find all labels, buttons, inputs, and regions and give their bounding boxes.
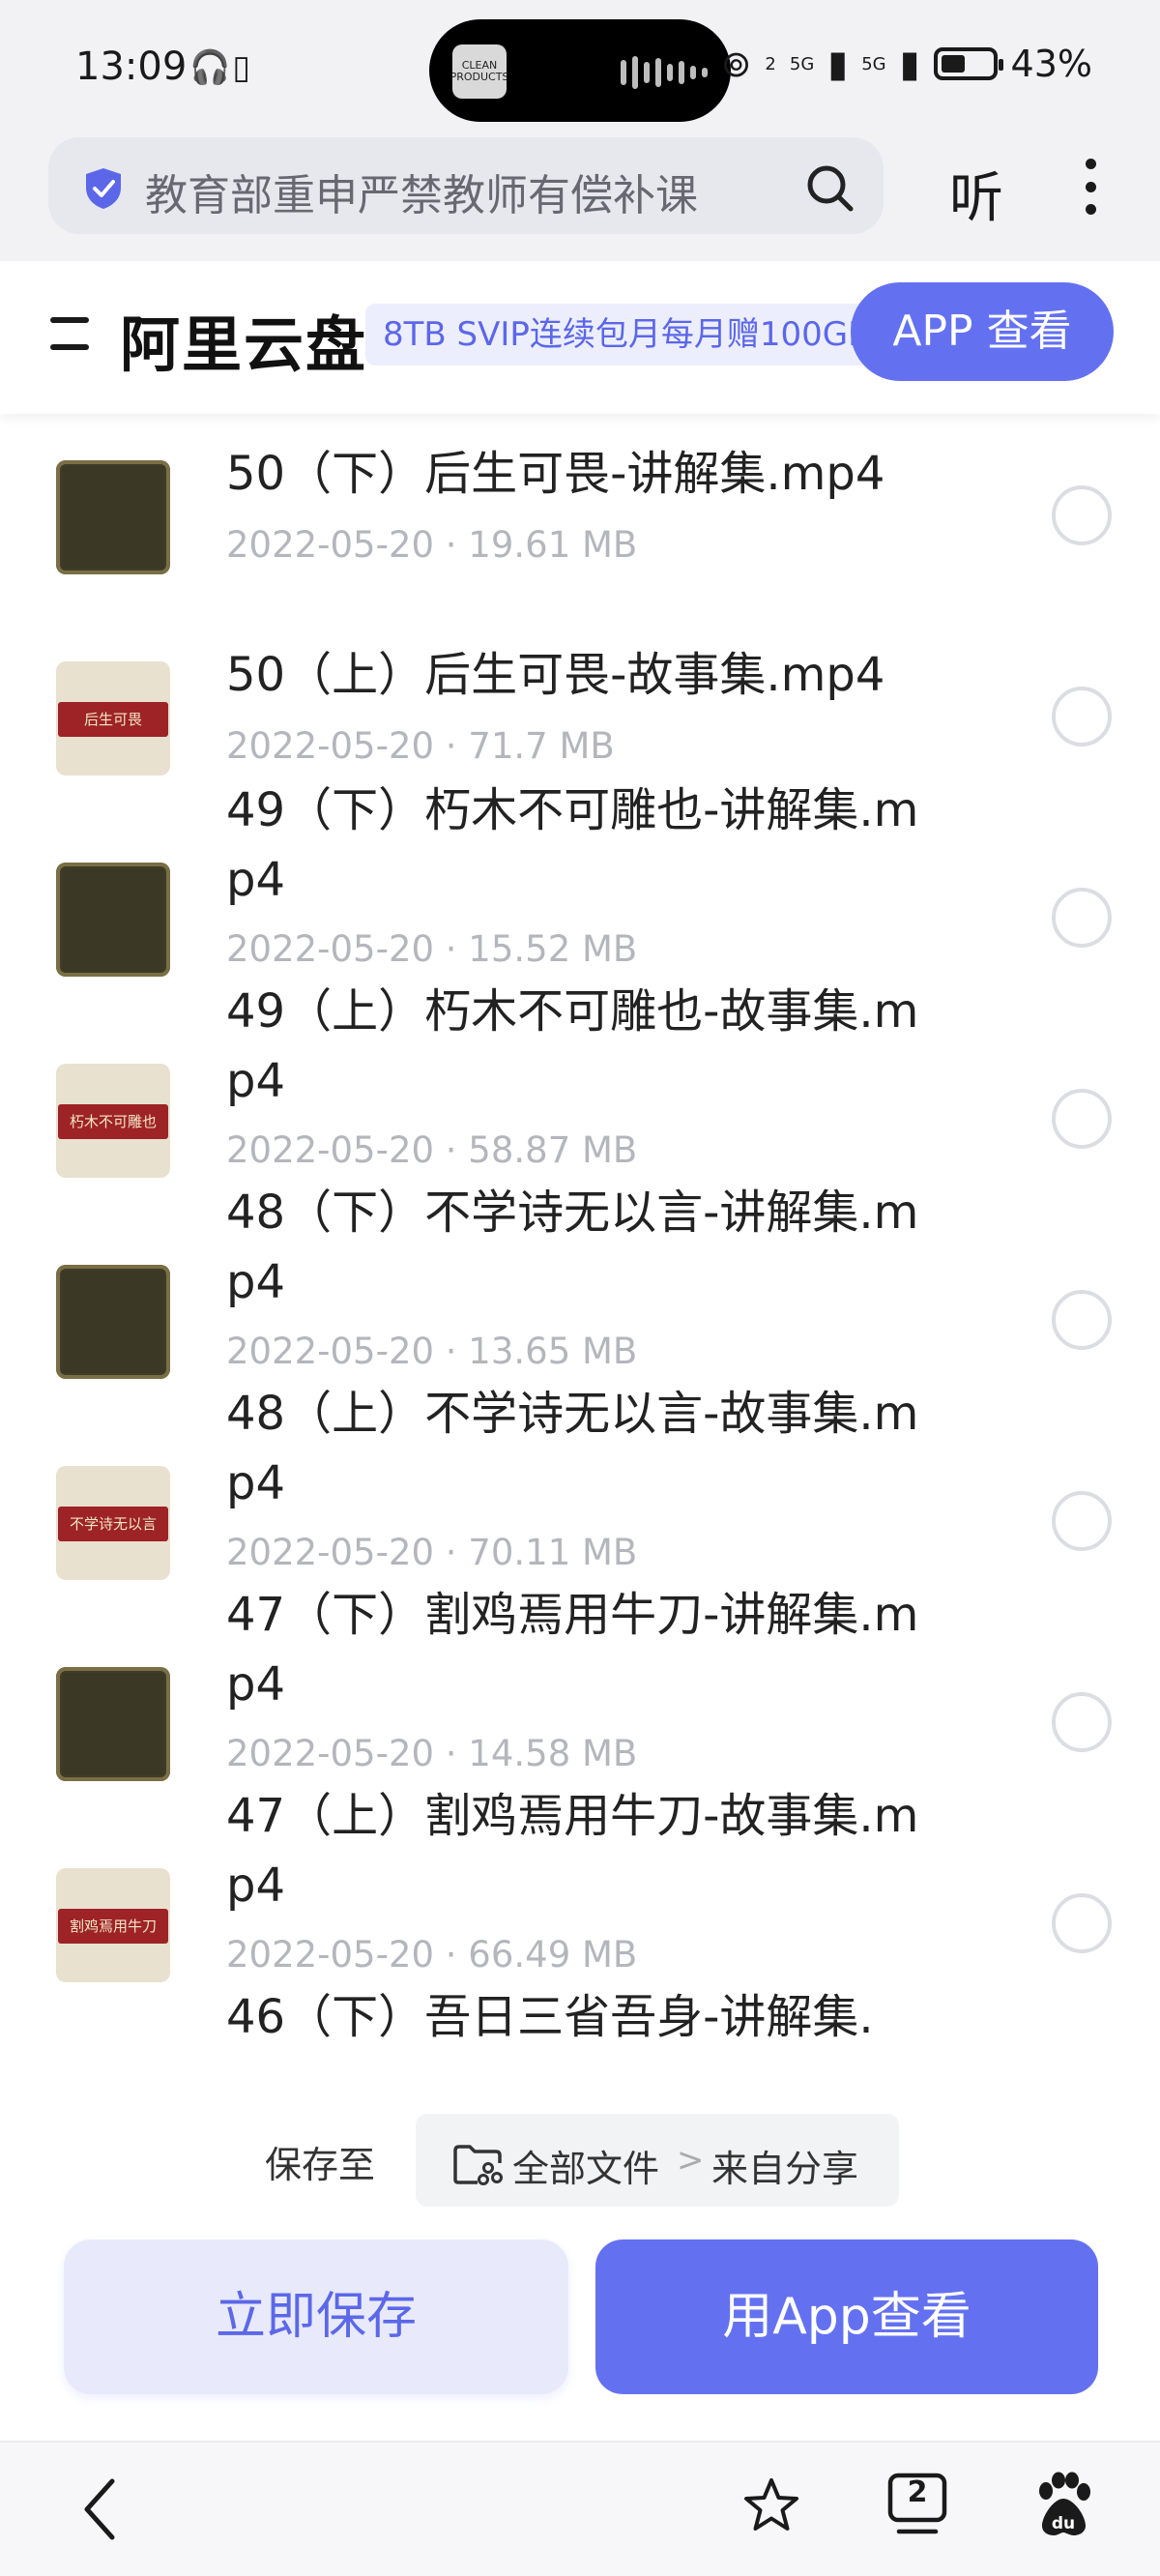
more-icon[interactable] [1081, 159, 1100, 215]
status-time: 13:09 [75, 44, 188, 89]
file-name: 50（上）后生可畏-故事集.mp4 [226, 648, 885, 702]
file-meta: 2022-05-20 · 14.58 MB [226, 1733, 638, 1774]
app-header: 阿里云盘 8TB SVIP连续包月每月赠100GB APP 查看 [0, 261, 1160, 414]
menu-icon[interactable] [50, 317, 89, 350]
audio-wave-icon [621, 56, 708, 89]
file-name: 46（下）吾日三省吾身-讲解集. [226, 1990, 874, 2044]
video-thumbnail [56, 1265, 170, 1379]
select-checkbox[interactable] [1052, 1692, 1112, 1752]
tab-count: 2 [907, 2475, 928, 2509]
path-from-share: 来自分享 [711, 2148, 859, 2190]
sim1-label: 2 [765, 53, 776, 74]
shield-icon [86, 168, 121, 209]
signal-bars-icon-2: ▮ [899, 43, 920, 85]
signal-5g-icon: 5G [789, 53, 815, 74]
actions-row: 立即保存 用App查看 [0, 2214, 1160, 2437]
listen-button[interactable]: 听 [949, 155, 1003, 233]
file-meta: 2022-05-20 · 66.49 MB [226, 1934, 638, 1976]
browser-toolbar: 教育部重申严禁教师有偿补课 听 [0, 135, 1160, 261]
file-meta: 2022-05-20 · 19.61 MB [226, 524, 638, 566]
file-meta: 2022-05-20 · 15.52 MB [226, 928, 638, 970]
path-all-files: 全部文件 [512, 2148, 660, 2190]
headphone-battery-icons: 🎧▯ [189, 48, 253, 87]
video-thumbnail: 朽木不可雕也 [56, 1064, 170, 1178]
baidu-paw-icon[interactable]: du [1032, 2472, 1094, 2539]
video-thumbnail [56, 1667, 170, 1781]
media-thumbnail: CLEAN PRODUCTS [452, 44, 507, 99]
save-to-label: 保存至 [265, 2144, 376, 2186]
file-meta: 2022-05-20 · 71.7 MB [226, 725, 615, 767]
file-name: 48（上）不学诗无以言-故事集.mp4 [226, 1387, 919, 1510]
search-icon[interactable] [804, 162, 855, 213]
battery-percent: 43% [1010, 43, 1092, 85]
folder-icon [453, 2145, 503, 2185]
file-row[interactable]: 46（下）吾日三省吾身-讲解集. [0, 1990, 1160, 2089]
file-name: 48（下）不学诗无以言-讲解集.mp4 [226, 1186, 919, 1309]
video-thumbnail [56, 863, 170, 977]
app-title: 阿里云盘 [120, 309, 368, 380]
video-thumbnail: 割鸡焉用牛刀 [56, 1868, 170, 1982]
tabs-icon[interactable]: 2 [885, 2472, 949, 2541]
search-box[interactable]: 教育部重申严禁教师有偿补课 [48, 137, 884, 234]
status-right-icons: ⊚ 2 5G ▮ 5G ▮ 43% [721, 43, 1092, 85]
svg-text:du: du [1052, 2514, 1075, 2533]
file-list: 2022-05-20 · 77.87 MB 50（下）后生可畏-讲解集.mp4 … [0, 367, 1160, 2089]
back-icon[interactable] [77, 2475, 126, 2543]
save-path-row: 保存至 全部文件 > 来自分享 [0, 2096, 1160, 2212]
hotspot-icon: ⊚ [720, 43, 752, 85]
file-name: 49（上）朽木不可雕也-故事集.mp4 [226, 984, 919, 1108]
signal-bars-icon: ▮ [827, 43, 849, 85]
app-view-button[interactable]: APP 查看 [851, 282, 1114, 381]
file-name: 50（下）后生可畏-讲解集.mp4 [226, 447, 885, 501]
svip-promo-badge[interactable]: 8TB SVIP连续包月每月赠100GB [365, 304, 919, 366]
video-thumbnail: 不学诗无以言 [56, 1466, 170, 1580]
signal-5g-icon-2: 5G [861, 53, 886, 74]
file-meta: 2022-05-20 · 58.87 MB [226, 1129, 638, 1171]
select-checkbox[interactable] [1052, 687, 1112, 746]
video-thumbnail: 后生可畏 [56, 661, 170, 776]
file-row[interactable]: 50（下）后生可畏-讲解集.mp4 2022-05-20 · 19.61 MB [0, 447, 1160, 661]
select-checkbox[interactable] [1052, 485, 1112, 545]
chevron-right-icon: > [677, 2141, 705, 2180]
select-checkbox[interactable] [1052, 1491, 1112, 1551]
select-checkbox[interactable] [1052, 1290, 1112, 1350]
battery-icon [933, 47, 1003, 80]
file-name: 49（下）朽木不可雕也-讲解集.mp4 [226, 783, 919, 907]
select-checkbox[interactable] [1052, 888, 1112, 948]
file-name: 47（上）割鸡焉用牛刀-故事集.mp4 [226, 1789, 919, 1913]
file-name: 47（下）割鸡焉用牛刀-讲解集.mp4 [226, 1588, 919, 1712]
video-thumbnail [56, 460, 170, 574]
dynamic-island[interactable]: CLEAN PRODUCTS [429, 19, 731, 122]
save-path-selector[interactable]: 全部文件 > 来自分享 [416, 2114, 899, 2207]
file-meta: 2022-05-20 · 13.65 MB [226, 1331, 638, 1372]
select-checkbox[interactable] [1052, 1893, 1112, 1953]
status-bar: 13:09 🎧▯ CLEAN PRODUCTS ⊚ 2 5G ▮ 5G ▮ 43… [0, 0, 1160, 135]
save-now-button[interactable]: 立即保存 [64, 2239, 568, 2394]
search-input[interactable]: 教育部重申严禁教师有偿补课 [145, 161, 698, 222]
star-icon[interactable] [740, 2475, 802, 2537]
open-in-app-button[interactable]: 用App查看 [595, 2239, 1098, 2394]
select-checkbox[interactable] [1052, 1089, 1112, 1149]
browser-bottom-nav: 2 du [0, 2441, 1160, 2576]
file-meta: 2022-05-20 · 70.11 MB [226, 1532, 638, 1573]
